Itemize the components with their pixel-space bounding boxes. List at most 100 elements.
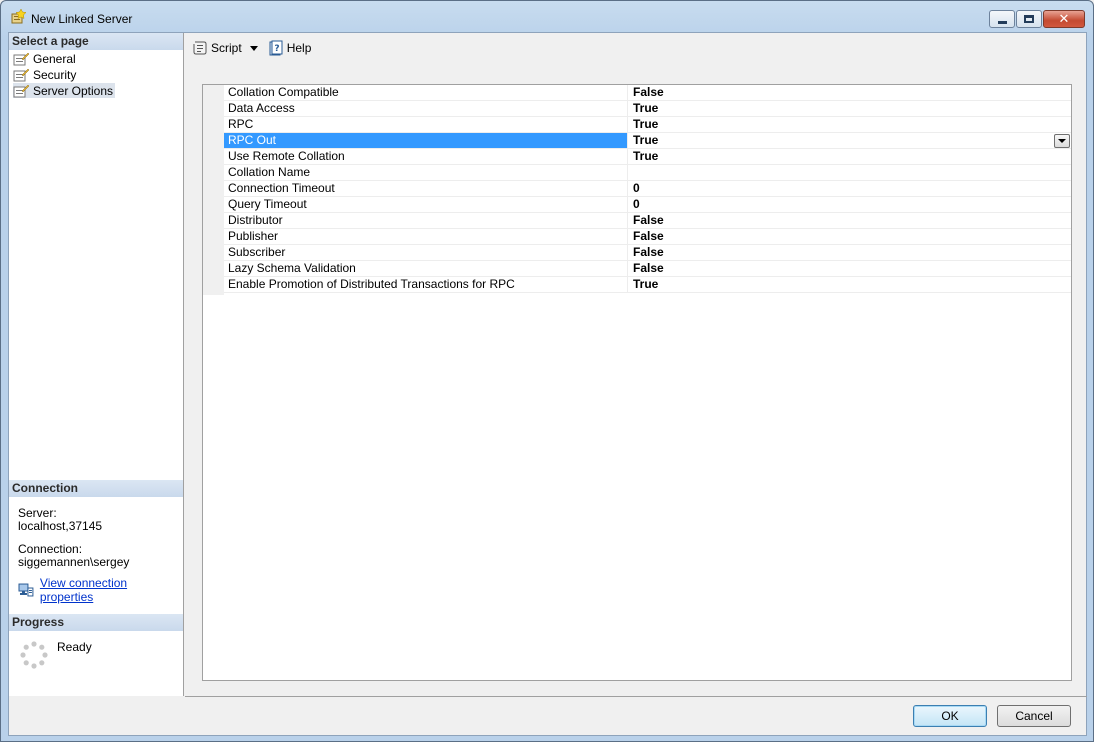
window-title: New Linked Server	[31, 12, 133, 26]
left-pane: Select a page General Security Server Op…	[9, 33, 184, 696]
property-value-text: 0	[633, 181, 640, 195]
minimize-icon	[997, 20, 1007, 24]
property-grid-gutter	[203, 85, 224, 295]
script-button[interactable]: Script	[192, 40, 260, 56]
script-label: Script	[211, 41, 242, 55]
property-row[interactable]: Data Access True	[224, 101, 1071, 117]
property-name: Connection Timeout	[224, 181, 628, 196]
property-name: Enable Promotion of Distributed Transact…	[224, 277, 628, 292]
help-label: Help	[286, 41, 312, 55]
select-page-header: Select a page	[9, 33, 183, 50]
progress-status: Ready	[57, 640, 92, 654]
progress-header: Progress	[9, 614, 183, 631]
property-value[interactable]: False	[629, 213, 1071, 228]
page-item-security[interactable]: Security	[13, 67, 78, 82]
property-value[interactable]: 0	[629, 197, 1071, 212]
view-connection-properties-link[interactable]: View connection properties	[40, 576, 183, 604]
property-value-text: True	[633, 133, 659, 147]
connection-info: Connection: siggemannen\sergey	[18, 543, 129, 569]
page-icon	[13, 52, 29, 65]
property-name: Collation Compatible	[224, 85, 628, 100]
property-name: Query Timeout	[224, 197, 628, 212]
property-value-text: True	[633, 101, 659, 115]
property-value-text: False	[633, 245, 664, 259]
page-icon	[13, 84, 29, 97]
property-value[interactable]: False	[629, 229, 1071, 244]
chevron-down-icon	[1058, 139, 1066, 143]
page-label: Server Options	[33, 83, 114, 98]
property-value-text: True	[633, 149, 659, 163]
property-row[interactable]: Use Remote Collation True	[224, 149, 1071, 165]
property-name: Lazy Schema Validation	[224, 261, 628, 276]
property-value-text: True	[633, 277, 659, 291]
script-dropdown-arrow-icon[interactable]	[249, 45, 258, 51]
property-value-text: 0	[633, 197, 640, 211]
property-row[interactable]: Collation Name	[224, 165, 1071, 181]
property-row[interactable]: RPC Out True	[224, 133, 1071, 149]
maximize-icon	[1024, 15, 1034, 23]
property-value[interactable]: False	[629, 261, 1071, 276]
cancel-button[interactable]: Cancel	[997, 705, 1071, 727]
footer-divider	[185, 696, 1087, 697]
property-value[interactable]: 0	[629, 181, 1071, 196]
title-bar[interactable]: New Linked Server ✕	[1, 1, 1093, 32]
minimize-button[interactable]	[989, 10, 1015, 28]
ok-button[interactable]: OK	[913, 705, 987, 727]
property-name: Collation Name	[224, 165, 628, 180]
value-dropdown-button[interactable]	[1054, 134, 1070, 148]
page-item-server-options[interactable]: Server Options	[13, 83, 116, 98]
progress-spinner-icon	[20, 641, 48, 669]
close-button[interactable]: ✕	[1043, 10, 1085, 28]
svg-text:?: ?	[274, 44, 279, 54]
property-name: Use Remote Collation	[224, 149, 628, 164]
close-icon: ✕	[1058, 11, 1070, 27]
property-value[interactable]: True	[629, 101, 1071, 116]
connection-header: Connection	[9, 480, 183, 497]
property-grid: Collation Compatible False Data Access True…	[202, 84, 1072, 681]
property-name: Subscriber	[224, 245, 628, 260]
property-name: Publisher	[224, 229, 628, 244]
linked-server-icon	[11, 9, 26, 24]
page-label: General	[33, 51, 76, 66]
property-value[interactable]: True	[629, 133, 1071, 148]
property-value-text: False	[633, 261, 664, 275]
property-value[interactable]: False	[629, 245, 1071, 260]
property-value[interactable]: False	[629, 85, 1071, 100]
toolbar: Script ? Help	[185, 33, 1087, 63]
dialog-window: New Linked Server ✕ Select a page Genera…	[0, 0, 1094, 742]
page-item-general[interactable]: General	[13, 51, 78, 66]
property-name: Data Access	[224, 101, 628, 116]
property-row[interactable]: Enable Promotion of Distributed Transact…	[224, 277, 1071, 293]
property-row[interactable]: Publisher False	[224, 229, 1071, 245]
property-value-text: False	[633, 85, 664, 99]
property-name: RPC Out	[224, 133, 628, 148]
view-connection-properties[interactable]: View connection properties	[18, 576, 183, 604]
property-value[interactable]	[629, 165, 1071, 180]
property-row[interactable]: Distributor False	[224, 213, 1071, 229]
dialog-client-area: Select a page General Security Server Op…	[8, 32, 1087, 736]
property-value-text: False	[633, 229, 664, 243]
property-row[interactable]: Collation Compatible False	[224, 85, 1071, 101]
property-row[interactable]: Subscriber False	[224, 245, 1071, 261]
property-value-text: True	[633, 117, 659, 131]
server-info: Server: localhost,37145	[18, 507, 102, 533]
property-value-text: False	[633, 213, 664, 227]
page-label: Security	[33, 67, 77, 82]
connection-value: siggemannen\sergey	[18, 555, 130, 569]
script-icon	[193, 41, 207, 55]
property-row[interactable]: Connection Timeout 0	[224, 181, 1071, 197]
property-value[interactable]: True	[629, 149, 1071, 164]
property-value[interactable]: True	[629, 277, 1071, 292]
help-button[interactable]: ? Help	[268, 40, 312, 56]
property-value[interactable]: True	[629, 117, 1071, 132]
property-name: Distributor	[224, 213, 628, 228]
property-row[interactable]: Lazy Schema Validation False	[224, 261, 1071, 277]
help-icon: ?	[269, 40, 283, 56]
page-icon	[13, 68, 29, 81]
connection-properties-icon	[18, 583, 34, 597]
server-value: localhost,37145	[18, 519, 103, 533]
property-row[interactable]: Query Timeout 0	[224, 197, 1071, 213]
property-name: RPC	[224, 117, 628, 132]
property-row[interactable]: RPC True	[224, 117, 1071, 133]
maximize-button[interactable]	[1016, 10, 1042, 28]
